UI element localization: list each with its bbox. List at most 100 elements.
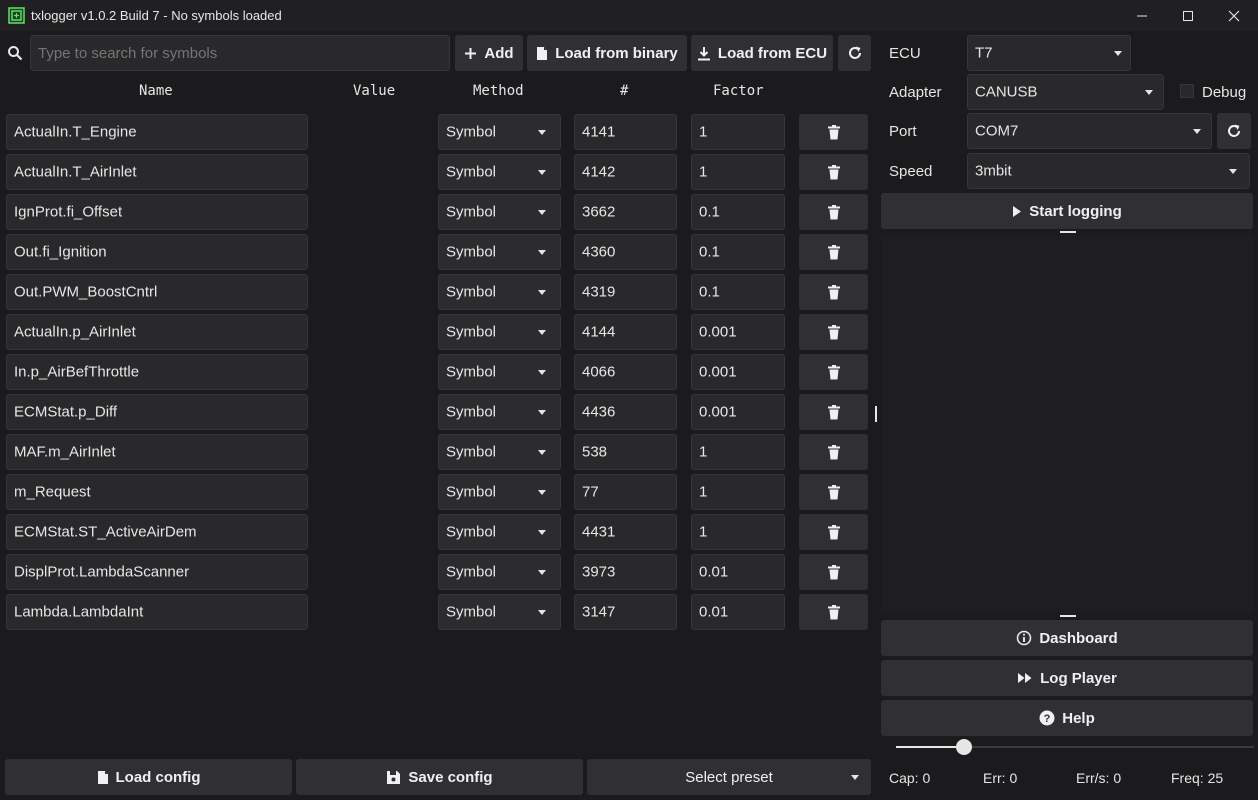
method-select[interactable]: Symbol [438, 114, 561, 150]
method-select[interactable]: Symbol [438, 514, 561, 550]
speed-select[interactable]: 3mbit [967, 153, 1250, 189]
method-select[interactable]: Symbol [438, 314, 561, 350]
slider-thumb[interactable] [956, 739, 973, 755]
symbol-factor-field[interactable]: 1 [691, 474, 785, 510]
delete-row-button[interactable] [799, 114, 868, 150]
symbol-number-field[interactable]: 3973 [574, 554, 677, 590]
symbol-number-field[interactable]: 4436 [574, 394, 677, 430]
symbol-factor-field[interactable]: 0.1 [691, 194, 785, 230]
symbol-name-field[interactable]: ECMStat.p_Diff [6, 394, 308, 430]
load-config-button[interactable]: Load config [5, 759, 292, 795]
symbol-name-field[interactable]: ActualIn.p_AirInlet [6, 314, 308, 350]
symbol-factor-field[interactable]: 1 [691, 154, 785, 190]
dashboard-button[interactable]: Dashboard [881, 620, 1253, 656]
table-row: ActualIn.T_AirInlet Symbol 4142 1 [0, 152, 874, 192]
splitter-handle-bottom[interactable] [1060, 615, 1076, 617]
save-config-button[interactable]: Save config [296, 759, 583, 795]
method-select[interactable]: Symbol [438, 234, 561, 270]
method-select[interactable]: Symbol [438, 434, 561, 470]
delete-row-button[interactable] [799, 474, 868, 510]
symbol-name-field[interactable]: In.p_AirBefThrottle [6, 354, 308, 390]
close-button[interactable] [1211, 0, 1257, 31]
help-button[interactable]: ? Help [881, 700, 1253, 736]
minimize-button[interactable] [1119, 0, 1165, 31]
refresh-ports-button[interactable] [1217, 113, 1251, 149]
delete-row-button[interactable] [799, 354, 868, 390]
chevron-down-icon [538, 570, 546, 575]
refresh-symbols-button[interactable] [838, 35, 871, 71]
delete-row-button[interactable] [799, 154, 868, 190]
symbol-name-field[interactable]: Lambda.LambdaInt [6, 594, 308, 630]
method-select[interactable]: Symbol [438, 394, 561, 430]
symbol-factor-field[interactable]: 0.001 [691, 394, 785, 430]
symbol-name-field[interactable]: m_Request [6, 474, 308, 510]
load-from-ecu-button[interactable]: Load from ECU [691, 35, 833, 71]
symbol-factor-field[interactable]: 0.1 [691, 274, 785, 310]
delete-row-button[interactable] [799, 594, 868, 630]
symbol-factor-field[interactable]: 0.1 [691, 234, 785, 270]
chevron-down-icon [538, 410, 546, 415]
symbol-name-field[interactable]: Out.fi_Ignition [6, 234, 308, 270]
method-select[interactable]: Symbol [438, 354, 561, 390]
splitter-handle-top[interactable] [1060, 231, 1076, 233]
symbol-name-field[interactable]: MAF.m_AirInlet [6, 434, 308, 470]
maximize-button[interactable] [1165, 0, 1211, 31]
symbol-number-field[interactable]: 4144 [574, 314, 677, 350]
symbol-name-field[interactable]: Out.PWM_BoostCntrl [6, 274, 308, 310]
symbol-name-field[interactable]: IgnProt.fi_Offset [6, 194, 308, 230]
symbol-number-field[interactable]: 4431 [574, 514, 677, 550]
symbol-name-field[interactable]: DisplProt.LambdaScanner [6, 554, 308, 590]
adapter-select[interactable]: CANUSB [967, 74, 1164, 110]
delete-row-button[interactable] [799, 194, 868, 230]
symbol-number-field[interactable]: 4142 [574, 154, 677, 190]
symbol-factor-field[interactable]: 0.001 [691, 354, 785, 390]
table-row: Lambda.LambdaInt Symbol 3147 0.01 [0, 592, 874, 632]
symbol-name-field[interactable]: ActualIn.T_AirInlet [6, 154, 308, 190]
search-input[interactable] [30, 35, 450, 71]
symbol-panel: Add Load from binary Load from ECU Name … [0, 31, 874, 800]
symbol-factor-field[interactable]: 0.01 [691, 554, 785, 590]
symbol-factor-field[interactable]: 1 [691, 514, 785, 550]
delete-row-button[interactable] [799, 394, 868, 430]
symbol-name-field[interactable]: ECMStat.ST_ActiveAirDem [6, 514, 308, 550]
symbol-number-field[interactable]: 4141 [574, 114, 677, 150]
symbol-name-field[interactable]: ActualIn.T_Engine [6, 114, 308, 150]
symbol-number-field[interactable]: 538 [574, 434, 677, 470]
delete-row-button[interactable] [799, 314, 868, 350]
slider-track[interactable] [896, 739, 1254, 755]
delete-row-button[interactable] [799, 514, 868, 550]
delete-row-button[interactable] [799, 274, 868, 310]
table-row: MAF.m_AirInlet Symbol 538 1 [0, 432, 874, 472]
symbol-factor-field[interactable]: 1 [691, 114, 785, 150]
preset-select[interactable]: Select preset [587, 759, 871, 795]
adapter-label: Adapter [889, 84, 942, 101]
method-select[interactable]: Symbol [438, 594, 561, 630]
splitter-handle[interactable] [875, 406, 877, 422]
ecu-select[interactable]: T7 [967, 35, 1131, 71]
symbol-factor-text: 0.01 [699, 603, 729, 621]
symbol-factor-field[interactable]: 0.001 [691, 314, 785, 350]
start-logging-button[interactable]: Start logging [881, 193, 1253, 229]
log-player-button[interactable]: Log Player [881, 660, 1253, 696]
symbol-number-field[interactable]: 77 [574, 474, 677, 510]
symbol-factor-field[interactable]: 1 [691, 434, 785, 470]
symbol-factor-field[interactable]: 0.01 [691, 594, 785, 630]
symbol-number-field[interactable]: 4066 [574, 354, 677, 390]
method-select[interactable]: Symbol [438, 554, 561, 590]
dashboard-label: Dashboard [1039, 629, 1118, 647]
symbol-number-field[interactable]: 4360 [574, 234, 677, 270]
symbol-number-field[interactable]: 4319 [574, 274, 677, 310]
method-select[interactable]: Symbol [438, 274, 561, 310]
debug-checkbox[interactable] [1180, 84, 1194, 98]
port-select[interactable]: COM7 [967, 113, 1212, 149]
method-select[interactable]: Symbol [438, 154, 561, 190]
load-from-binary-button[interactable]: Load from binary [527, 35, 687, 71]
method-select[interactable]: Symbol [438, 474, 561, 510]
symbol-number-field[interactable]: 3662 [574, 194, 677, 230]
delete-row-button[interactable] [799, 554, 868, 590]
method-select[interactable]: Symbol [438, 194, 561, 230]
delete-row-button[interactable] [799, 234, 868, 270]
symbol-number-field[interactable]: 3147 [574, 594, 677, 630]
add-button[interactable]: Add [455, 35, 523, 71]
delete-row-button[interactable] [799, 434, 868, 470]
